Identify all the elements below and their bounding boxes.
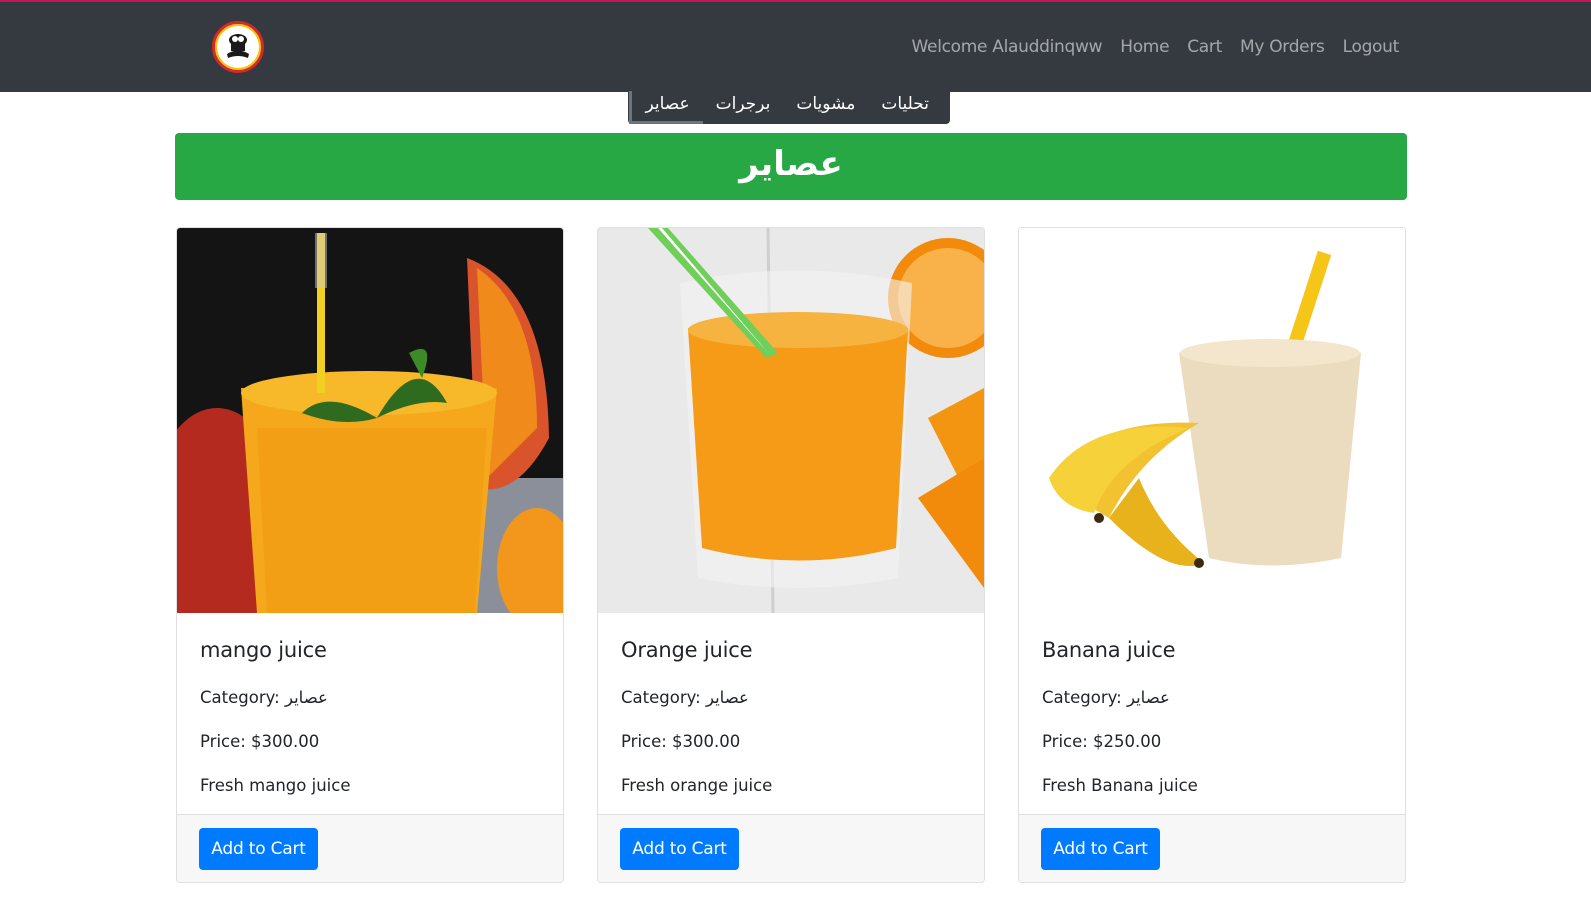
card-body: Banana juice Category: عصاير Price: $250… bbox=[1042, 636, 1382, 795]
product-price: Price: $250.00 bbox=[1042, 732, 1162, 751]
tab-desserts[interactable]: تحليات bbox=[868, 91, 942, 124]
navbar: Welcome Alauddinqww Home Cart My Orders … bbox=[0, 2, 1591, 92]
product-price: Price: $300.00 bbox=[621, 732, 741, 751]
product-category: Category: عصاير bbox=[1042, 688, 1170, 707]
product-image-mango bbox=[177, 228, 563, 613]
add-to-cart-button[interactable]: Add to Cart bbox=[620, 828, 739, 870]
product-description: Fresh orange juice bbox=[621, 776, 773, 795]
card-body: mango juice Category: عصاير Price: $300.… bbox=[200, 636, 540, 795]
category-banner: عصاير bbox=[175, 133, 1407, 200]
nav-links: Welcome Alauddinqww Home Cart My Orders … bbox=[911, 36, 1400, 58]
product-price: Price: $300.00 bbox=[200, 732, 320, 751]
card-footer: Add to Cart bbox=[1019, 814, 1405, 882]
nav-my-orders-link[interactable]: My Orders bbox=[1240, 36, 1325, 58]
product-category: Category: عصاير bbox=[200, 688, 328, 707]
product-card-mango: mango juice Category: عصاير Price: $300.… bbox=[176, 227, 564, 883]
tab-burgers[interactable]: برجرات bbox=[703, 91, 784, 124]
product-card-banana: Banana juice Category: عصاير Price: $250… bbox=[1018, 227, 1406, 883]
product-image-banana bbox=[1019, 228, 1405, 613]
nav-logout-link[interactable]: Logout bbox=[1343, 36, 1400, 58]
product-card-orange: Orange juice Category: عصاير Price: $300… bbox=[597, 227, 985, 883]
brand-logo[interactable] bbox=[212, 21, 264, 73]
product-title: Banana juice bbox=[1042, 638, 1176, 662]
tab-juices[interactable]: عصاير bbox=[629, 91, 703, 124]
add-to-cart-button[interactable]: Add to Cart bbox=[1041, 828, 1160, 870]
product-description: Fresh mango juice bbox=[200, 776, 351, 795]
chef-logo-icon bbox=[227, 34, 249, 58]
card-footer: Add to Cart bbox=[177, 814, 563, 882]
product-title: mango juice bbox=[200, 638, 327, 662]
product-title: Orange juice bbox=[621, 638, 753, 662]
tab-grills[interactable]: مشويات bbox=[783, 91, 868, 124]
welcome-text: Welcome Alauddinqww bbox=[911, 37, 1103, 57]
nav-home-link[interactable]: Home bbox=[1120, 36, 1169, 58]
card-footer: Add to Cart bbox=[598, 814, 984, 882]
category-tabs: تحليات مشويات برجرات عصاير bbox=[628, 91, 950, 124]
add-to-cart-button[interactable]: Add to Cart bbox=[199, 828, 318, 870]
nav-cart-link[interactable]: Cart bbox=[1187, 36, 1222, 58]
card-body: Orange juice Category: عصاير Price: $300… bbox=[621, 636, 961, 795]
product-category: Category: عصاير bbox=[621, 688, 749, 707]
product-description: Fresh Banana juice bbox=[1042, 776, 1198, 795]
product-image-orange bbox=[598, 228, 984, 613]
